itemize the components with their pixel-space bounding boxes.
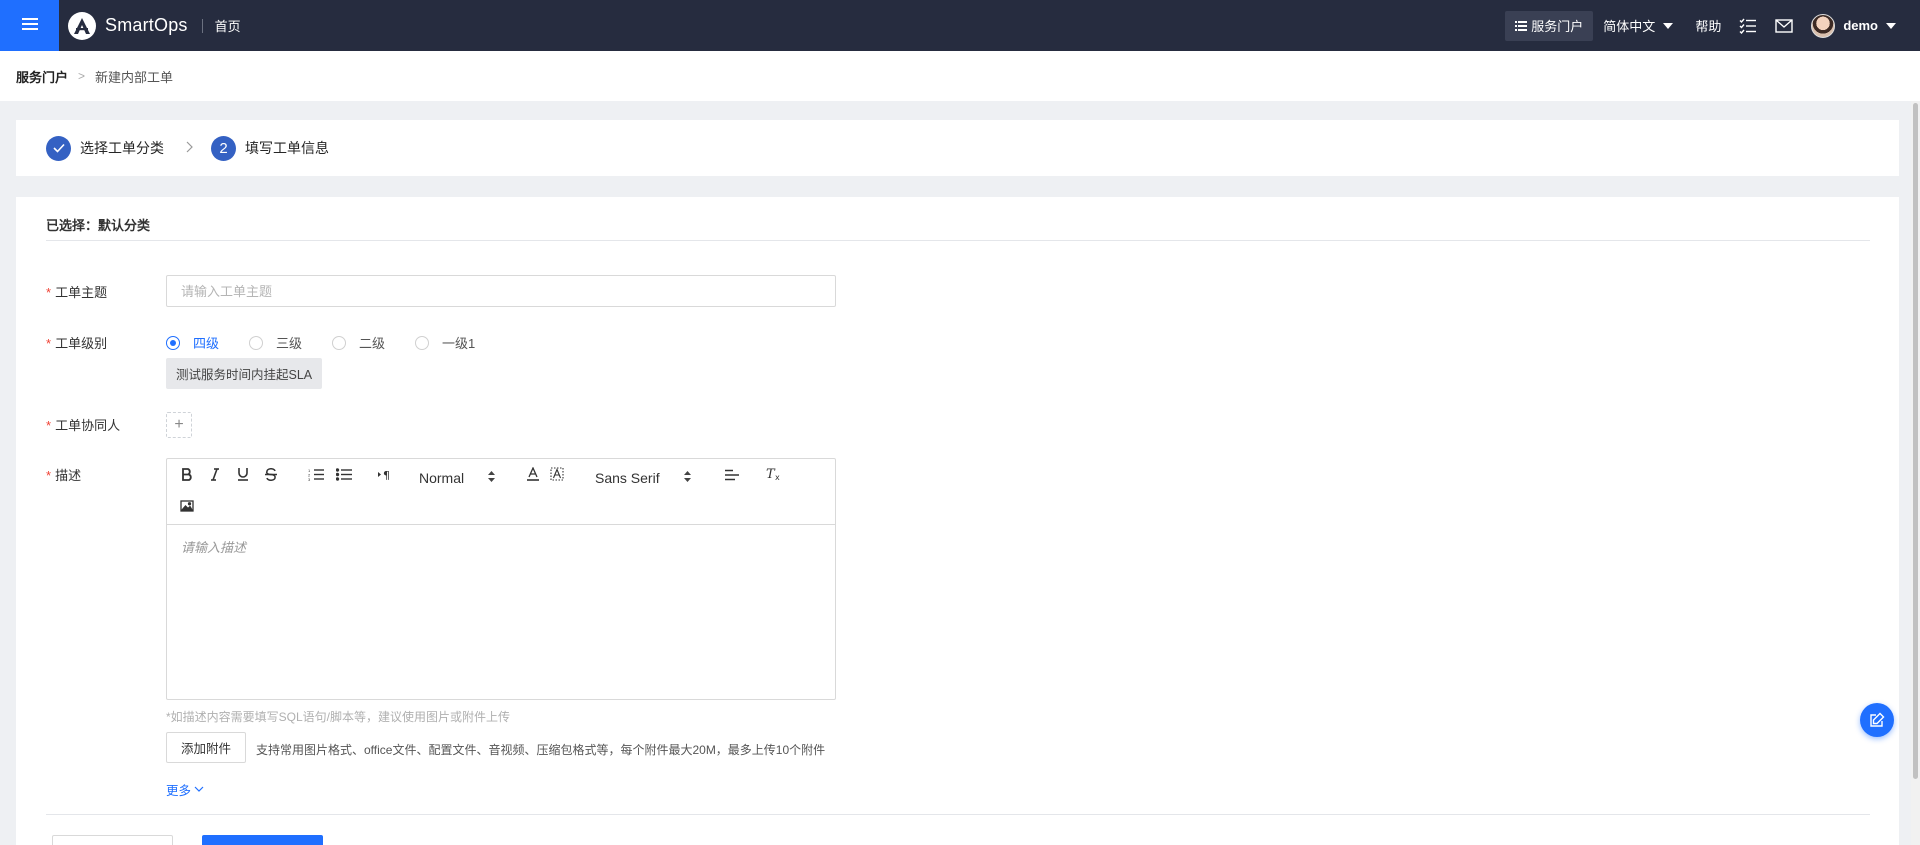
edit-icon [1870,712,1885,727]
ticket-form-card: 已选择：默认分类 *工单主题 *工单级别 四级 三级 二级 一级1 测试服务时间… [16,197,1899,845]
step-label: 填写工单信息 [245,140,329,156]
text-direction-icon[interactable]: ¶ [377,466,395,482]
subject-input[interactable] [166,275,836,307]
app-logo[interactable]: SmartOps [68,11,188,40]
chevron-down-icon [194,786,204,792]
level-radio-group: 四级 三级 二级 一级1 [166,333,505,352]
level-option-3[interactable]: 三级 [249,333,302,352]
svg-text:x: x [775,473,780,481]
collaborator-row: * 工单协同人 [46,415,166,434]
menu-toggle-button[interactable] [0,0,59,51]
underline-icon[interactable] [235,466,251,482]
level-label: * 工单级别 [46,336,108,351]
breadcrumb-current: 新建内部工单 [95,69,174,85]
help-link[interactable]: 帮助 [1695,16,1721,35]
clear-format-icon[interactable]: Tx [765,466,783,482]
header-select-value: Normal [419,470,465,486]
top-navbar: SmartOps 首页 服务门户 简体中文 帮助 demo [0,0,1920,51]
bullet-list-icon[interactable] [335,466,353,482]
chevron-right-icon [186,140,193,156]
nav-home-link[interactable]: 首页 [215,16,241,35]
editor-toolbar: 123 ¶ Normal Sans Serif Tx [167,459,835,525]
step-fill-info: 2 填写工单信息 [211,135,329,161]
svg-text:3: 3 [308,477,311,481]
steps-bar: 选择工单分类 2 填写工单信息 [16,120,1899,176]
list-icon [1515,20,1528,31]
attachment-description: 支持常用图片格式、office文件、配置文件、音视频、压缩包格式等，每个附件最大… [256,743,826,757]
logo-icon [68,11,96,40]
service-portal-label: 服务门户 [1531,19,1584,34]
scrollbar-thumb[interactable] [1913,103,1918,779]
radio-icon [249,335,264,350]
caret-down-icon [1886,22,1896,29]
background-color-icon[interactable] [549,466,565,482]
description-hint: *如描述内容需要填写SQL语句/脚本等，建议使用图片或附件上传 [166,710,511,724]
svg-text:¶: ¶ [383,469,390,481]
user-menu[interactable]: demo [1811,13,1896,38]
floating-edit-button[interactable] [1860,703,1894,737]
subject-label: * 工单主题 [46,285,108,300]
text-color-icon[interactable] [525,466,541,482]
subject-row: * 工单主题 [46,282,166,301]
divider [46,240,1870,241]
hamburger-icon [21,17,38,34]
breadcrumb: 服务门户 > 新建内部工单 [0,51,1920,101]
sort-caret-icon [488,470,495,482]
italic-icon[interactable] [207,466,223,482]
more-toggle[interactable]: 更多 [166,780,204,799]
radio-checked-icon [166,335,180,350]
description-row: * 描述 [46,465,166,484]
header-select[interactable]: Normal [409,466,505,486]
step-number: 2 [211,135,236,161]
language-select[interactable]: 简体中文 [1603,16,1674,35]
add-collaborator-button[interactable]: + [166,412,192,438]
chevron-right-icon: > [78,69,86,83]
divider [46,814,1870,815]
more-label: 更多 [166,784,192,798]
add-attachment-button[interactable]: 添加附件 [166,732,246,763]
bold-icon[interactable] [179,466,195,482]
user-name: demo [1843,18,1878,33]
service-portal-button[interactable]: 服务门户 [1505,10,1594,41]
breadcrumb-root[interactable]: 服务门户 [16,67,68,86]
selected-category: 已选择：默认分类 [46,218,151,233]
level-option-2[interactable]: 二级 [332,333,385,352]
topbar-right: 服务门户 简体中文 帮助 demo [1505,0,1920,51]
caret-down-icon [1663,22,1674,29]
app-name: SmartOps [105,15,188,35]
step-label: 选择工单分类 [80,140,164,156]
sla-tag: 测试服务时间内挂起SLA [166,358,323,389]
description-label: * 描述 [46,468,82,483]
radio-icon [415,335,430,350]
align-icon[interactable] [723,467,741,483]
font-select-value: Sans Serif [595,470,660,486]
task-list-icon[interactable] [1739,18,1757,34]
language-label: 简体中文 [1603,19,1656,34]
avatar [1811,13,1836,38]
mail-icon[interactable] [1775,18,1794,33]
step-select-category[interactable]: 选择工单分类 [46,135,164,161]
rich-text-editor: 123 ¶ Normal Sans Serif Tx 请输入描述 [166,458,836,700]
check-icon [46,135,71,161]
cancel-button[interactable] [52,835,173,845]
submit-button[interactable] [202,835,323,845]
radio-icon [332,335,347,350]
ordered-list-icon[interactable]: 123 [307,466,325,482]
sort-caret-icon [684,470,691,482]
editor-content[interactable]: 请输入描述 [167,525,835,568]
collaborator-label: * 工单协同人 [46,418,121,433]
font-select[interactable]: Sans Serif [585,466,701,486]
image-icon[interactable] [179,498,195,514]
nav-divider [201,18,203,33]
level-option-1[interactable]: 一级1 [415,333,475,352]
strike-icon[interactable] [263,466,279,482]
level-option-4[interactable]: 四级 [166,333,219,352]
level-row: * 工单级别 [46,333,166,352]
